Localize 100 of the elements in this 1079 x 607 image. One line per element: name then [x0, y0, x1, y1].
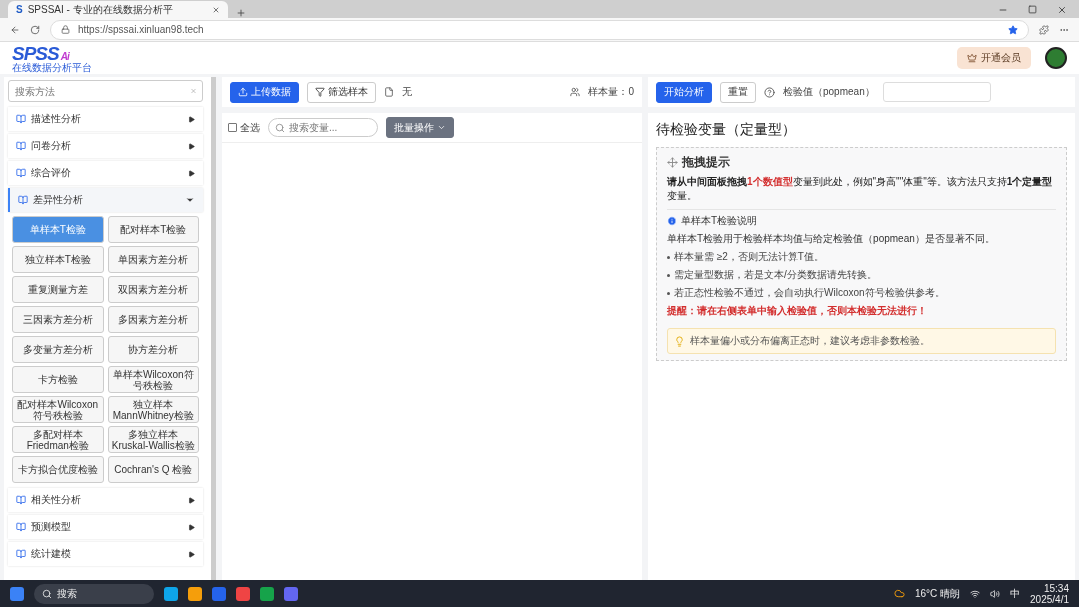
method-button[interactable]: 协方差分析 [107, 336, 199, 363]
method-button[interactable]: 双因素方差分析 [107, 276, 199, 303]
method-button[interactable]: 三因素方差分析 [12, 306, 104, 333]
vip-button[interactable]: 开通会员 [957, 47, 1031, 69]
crown-icon [967, 53, 977, 63]
bullet-text: 需定量型数据，若是文本/分类数据请先转换。 [674, 268, 877, 282]
category-item[interactable]: 综合评价 [8, 161, 203, 185]
method-button[interactable]: 卡方拟合优度检验 [12, 456, 104, 483]
file-name: 无 [402, 85, 412, 99]
caret-icon [188, 169, 195, 177]
variable-search-field[interactable]: 搜索变量... [268, 118, 378, 137]
address-bar[interactable]: https://spssai.xinluan98.tech [50, 19, 1029, 40]
star-icon[interactable] [1008, 24, 1018, 35]
method-button[interactable]: 配对样本Wilcoxon符号秩检验 [12, 396, 104, 423]
filter-icon [315, 87, 325, 97]
bullet-dot [667, 255, 670, 259]
select-all-checkbox[interactable]: 全选 [228, 120, 260, 135]
search-icon [42, 588, 52, 599]
reload-icon[interactable] [30, 24, 40, 35]
panel-title: 待检验变量（定量型） [656, 121, 797, 139]
start-icon[interactable] [10, 586, 24, 601]
ime-indicator[interactable]: 中 [1010, 586, 1021, 601]
search-icon [275, 122, 285, 133]
method-button[interactable]: 多配对样本Friedman检验 [12, 426, 104, 453]
app-icon[interactable] [164, 586, 178, 601]
wifi-icon [970, 588, 981, 599]
test-value-field[interactable] [882, 82, 991, 102]
info-text: 单样本T检验用于检验样本均值与给定检验值（popmean）是否显著不同。 [667, 232, 996, 246]
info-title: 单样本T检验说明 [681, 214, 758, 228]
close-icon[interactable] [212, 5, 220, 14]
file-icon [384, 87, 394, 97]
method-button[interactable]: 多独立样本Kruskal-Wallis检验 [107, 426, 199, 453]
method-button[interactable]: 多因素方差分析 [107, 306, 199, 333]
book-icon [16, 495, 26, 505]
tip-text: 样本量偏小或分布偏离正态时，建议考虑非参数检验。 [690, 334, 930, 348]
lightbulb-icon [674, 335, 685, 347]
volume-icon [990, 588, 1001, 599]
caret-icon [188, 142, 195, 150]
test-value-label: 检验值（popmean） [783, 85, 875, 99]
browser-tab[interactable]: S SPSSAI - 专业的在线数据分析平 [8, 1, 228, 18]
method-button[interactable]: 独立样本MannWhitney检验 [107, 396, 199, 423]
new-tab-icon[interactable] [236, 8, 246, 18]
upload-icon [238, 87, 248, 97]
avatar[interactable] [1045, 47, 1067, 69]
filter-button[interactable]: 筛选样本 [307, 81, 376, 103]
sample-count: 样本量：0 [588, 85, 634, 99]
hint-text: 请从中间面板拖拽1个数值型变量到此处，例如"身高""体重"等。该方法只支持1个定量型 变量。 [667, 175, 1056, 210]
bullet-text: 样本量需 ≥2，否则无法计算T值。 [674, 250, 824, 264]
bullet-dot [667, 273, 670, 277]
method-button[interactable]: 独立样本T检验 [12, 246, 104, 273]
caret-icon [188, 550, 195, 558]
method-button[interactable]: Cochran's Q 检验 [107, 456, 199, 483]
book-icon [16, 141, 26, 151]
app-icon[interactable] [212, 586, 226, 601]
book-icon [16, 168, 26, 178]
help-icon[interactable] [764, 86, 775, 98]
bullet-text: 若正态性检验不通过，会自动执行Wilcoxon符号检验供参考。 [674, 286, 945, 300]
category-item[interactable]: 差异性分析 [8, 188, 203, 212]
search-field[interactable]: 搜索方法 [8, 80, 203, 102]
back-icon[interactable] [10, 24, 20, 35]
reset-button[interactable]: 重置 [720, 81, 756, 103]
extensions-icon[interactable] [1039, 24, 1049, 35]
category-item[interactable]: 统计建模 [8, 542, 203, 566]
batch-button[interactable]: 批量操作 [386, 117, 454, 138]
warning-text: 提醒：请在右侧表单中输入检验值，否则本检验无法进行！ [667, 304, 928, 318]
app-icon[interactable] [188, 586, 202, 601]
app-icon[interactable] [284, 586, 298, 601]
close-icon[interactable] [1057, 5, 1067, 15]
hint-title: 拖拽提示 [682, 154, 730, 171]
method-button[interactable]: 单因素方差分析 [107, 246, 199, 273]
app-icon[interactable] [260, 586, 274, 601]
book-icon [16, 114, 26, 124]
method-button[interactable]: 多变量方差分析 [12, 336, 104, 363]
method-button[interactable]: 重复测量方差 [12, 276, 104, 303]
method-button[interactable]: 配对样本T检验 [107, 216, 199, 243]
start-button[interactable]: 开始分析 [656, 81, 712, 103]
category-item[interactable]: 描述性分析 [8, 107, 203, 131]
category-item[interactable]: 相关性分析 [8, 488, 203, 512]
users-icon [570, 87, 581, 97]
category-item[interactable]: 预测模型 [8, 515, 203, 539]
bullet-dot [667, 291, 670, 295]
category-item[interactable]: 问卷分析 [8, 134, 203, 158]
method-button[interactable]: 单样本Wilcoxon符号秩检验 [107, 366, 199, 393]
caret-icon [188, 496, 195, 504]
book-icon [18, 195, 28, 205]
app-icon[interactable] [236, 586, 250, 601]
lock-icon [61, 25, 70, 34]
book-icon [16, 522, 26, 532]
weather-text: 16°C 晴朗 [914, 586, 961, 601]
move-icon [667, 157, 678, 168]
caret-icon [185, 195, 195, 205]
taskbar-search[interactable]: 搜索 [34, 583, 154, 604]
clock[interactable]: 15:34 2025/4/1 [1030, 582, 1069, 605]
method-button[interactable]: 卡方检验 [12, 366, 104, 393]
book-icon [16, 549, 26, 559]
caret-icon [188, 523, 195, 531]
upload-button[interactable]: 上传数据 [230, 81, 299, 103]
info-icon [667, 216, 677, 226]
maximize-icon[interactable] [1028, 5, 1037, 14]
logo: SPSSAi 在线数据分析平台 [12, 43, 92, 73]
